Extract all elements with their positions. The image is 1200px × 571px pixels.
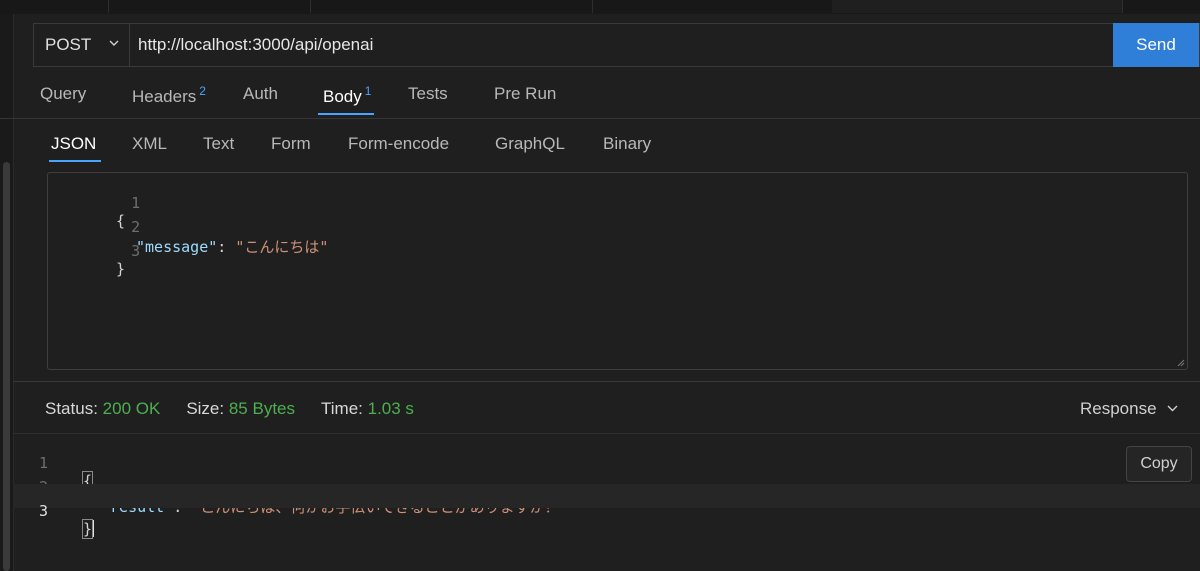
- top-tab-segment[interactable]: [592, 0, 833, 13]
- top-tab-segment[interactable]: [310, 0, 593, 13]
- chevron-down-icon: [109, 40, 119, 46]
- body-type-json[interactable]: JSON: [51, 134, 96, 154]
- top-tab-segment[interactable]: [0, 0, 109, 13]
- method-value: POST: [45, 35, 92, 54]
- tab-query[interactable]: Query: [40, 84, 86, 104]
- time-item: Time: 1.03 s: [321, 399, 414, 419]
- top-tab-segment[interactable]: [832, 0, 1123, 13]
- tab-label: Query: [40, 84, 87, 103]
- size-label: Size:: [186, 399, 225, 418]
- json-separator: :: [217, 238, 236, 256]
- url-input[interactable]: http://localhost:3000/api/openai: [138, 24, 373, 66]
- scrollbar-thumb[interactable]: [3, 162, 10, 571]
- panel-divider[interactable]: [13, 381, 1200, 382]
- size-item: Size: 85 Bytes: [186, 399, 295, 419]
- tab-body[interactable]: Body 1: [323, 84, 371, 107]
- body-type-binary[interactable]: Binary: [603, 134, 651, 154]
- code-text: }: [116, 260, 126, 278]
- active-body-type-indicator: [49, 160, 101, 162]
- tab-label: Auth: [243, 84, 278, 103]
- line-number: 3: [131, 242, 141, 260]
- editor-line: 3 }: [48, 224, 140, 278]
- body-type-xml[interactable]: XML: [132, 134, 167, 154]
- tab-tests[interactable]: Tests: [408, 84, 448, 104]
- send-button[interactable]: Send: [1113, 23, 1199, 67]
- response-status-bar: Status: 200 OK Size: 85 Bytes Time: 1.03…: [45, 399, 414, 419]
- code-text: }: [81, 519, 94, 539]
- editor-line: 1 {: [48, 176, 140, 230]
- tab-label: Body: [323, 87, 362, 106]
- response-line: 2 "result": "こんにちは、何かお手伝いできることがありますか？": [13, 460, 1200, 516]
- line-number: 2: [131, 218, 141, 236]
- tab-auth[interactable]: Auth: [243, 84, 278, 104]
- json-key: "message": [136, 238, 218, 256]
- response-line-current: 3 }: [13, 484, 1200, 539]
- json-value: "こんにちは": [235, 238, 329, 256]
- status-item: Status: 200 OK: [45, 399, 160, 419]
- body-count-badge: 1: [364, 84, 372, 98]
- body-json-editor[interactable]: 1 { 2 "message": "こんにちは" 3 }: [47, 172, 1188, 370]
- tab-headers[interactable]: Headers 2: [132, 84, 206, 107]
- body-type-form-encode[interactable]: Form-encode: [348, 134, 449, 154]
- body-type-graphql[interactable]: GraphQL: [495, 134, 565, 154]
- thunder-client-panel: POST http://localhost:3000/api/openai Se…: [0, 0, 1200, 571]
- resize-handle-icon[interactable]: [1177, 359, 1185, 367]
- time-label: Time:: [321, 399, 363, 418]
- size-value: 85 Bytes: [228, 399, 295, 418]
- body-type-form[interactable]: Form: [271, 134, 311, 154]
- active-tab-indicator: [318, 113, 374, 115]
- tab-pre-run[interactable]: Pre Run: [494, 84, 556, 104]
- time-value: 1.03 s: [367, 399, 414, 418]
- url-bar: POST http://localhost:3000/api/openai Se…: [33, 23, 1200, 67]
- response-view-label: Response: [1080, 399, 1157, 418]
- method-select[interactable]: POST: [34, 24, 130, 66]
- tab-label: Tests: [408, 84, 448, 103]
- status-value: 200 OK: [102, 399, 161, 418]
- top-tab-segment[interactable]: [108, 0, 311, 13]
- response-divider: [13, 433, 1200, 434]
- body-type-text[interactable]: Text: [203, 134, 234, 154]
- status-label: Status:: [45, 399, 98, 418]
- request-tabs: Query Headers 2 Auth Body 1 Tests Pre Run: [0, 80, 1200, 119]
- chevron-down-icon: [1167, 405, 1178, 412]
- line-number: 3: [38, 502, 48, 520]
- response-view-select[interactable]: Response: [1080, 399, 1178, 419]
- headers-count-badge: 2: [199, 84, 206, 98]
- response-line: 1 {: [13, 436, 1200, 491]
- copy-button[interactable]: Copy: [1126, 446, 1192, 482]
- tab-label: Pre Run: [494, 84, 557, 103]
- text-cursor: [92, 520, 95, 537]
- editor-line: 2 "message": "こんにちは": [48, 200, 328, 256]
- top-tab-strip: [0, 0, 1200, 14]
- line-number: 1: [131, 194, 141, 212]
- tab-label: Headers: [132, 87, 197, 106]
